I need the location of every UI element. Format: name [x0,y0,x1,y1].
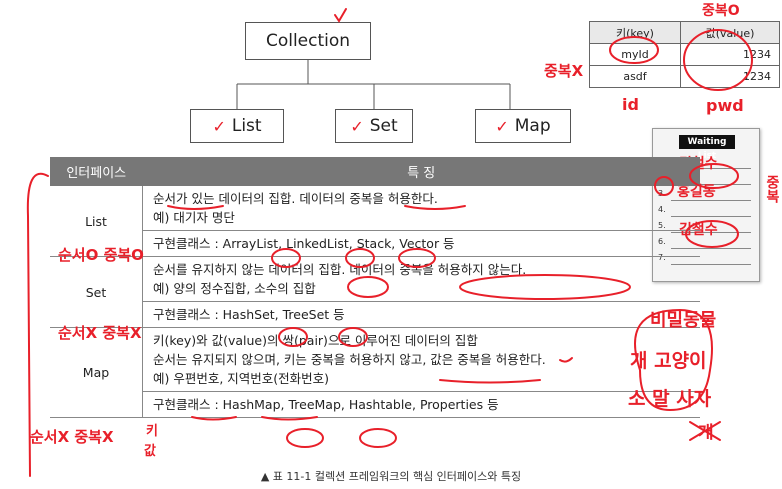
annotation-map-val: 값 [144,444,156,459]
annotation-animals-title: 비밀동물 [650,310,717,331]
annotation-set-note: 순서X 중복X [58,324,142,342]
annotation-id: id [622,95,639,114]
annotation-animals-3: 개 [698,423,714,443]
annotation-dup-right: 중복 [764,175,780,203]
annotation-list-note: 순서O 중복O [58,246,144,264]
annotation-dup-o: 중복O [702,3,740,19]
annotation-pwd: pwd [706,96,744,115]
annotation-map-note: 순서X 중복X [30,428,114,446]
annotation-animals-1: 개 고양이 [630,350,707,372]
annotation-animals-2: 소 말 사자 [628,388,712,410]
annotation-map-key: 키 [146,424,158,439]
annotation-dup-x: 중복X [544,62,584,80]
